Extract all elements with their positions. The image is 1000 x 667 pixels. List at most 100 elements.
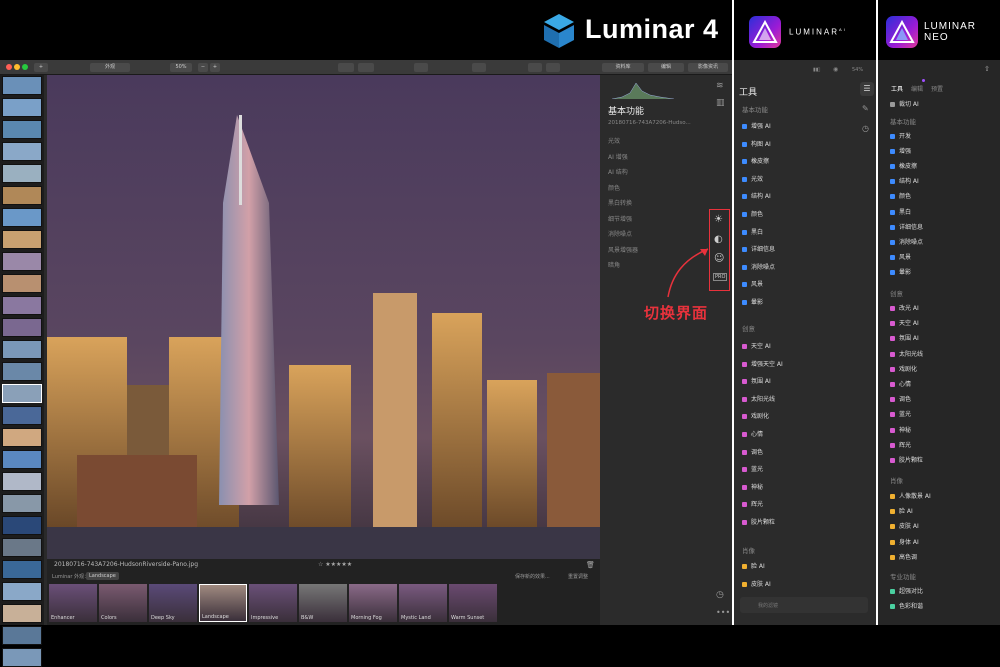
filmstrip-thumbnail[interactable] — [2, 340, 42, 359]
palette-icon[interactable]: ◐ — [714, 234, 723, 245]
tool-item[interactable]: 色彩和谐 — [890, 601, 923, 610]
filmstrip-thumbnail[interactable] — [2, 296, 42, 315]
zoom-dropdown[interactable]: 50% — [170, 63, 192, 72]
tool-item[interactable]: 构图 AI — [742, 139, 771, 148]
look-thumbnail[interactable]: Impressive — [249, 584, 297, 622]
tool-item[interactable]: 增强 AI — [742, 121, 771, 130]
layout-filmstrip-icon[interactable] — [546, 63, 560, 72]
panel-menu-item[interactable]: 颜色 — [608, 183, 620, 192]
tool-item[interactable]: 黑白 — [890, 207, 911, 216]
compare-icon[interactable] — [338, 63, 354, 72]
look-thumbnail[interactable]: Colors — [99, 584, 147, 622]
tool-item[interactable]: 身体 AI — [890, 537, 919, 546]
history-icon[interactable]: ◷ — [716, 590, 724, 600]
look-thumbnail[interactable]: Landscape — [199, 584, 247, 622]
tool-item[interactable]: 神秘 — [890, 425, 911, 434]
tool-item[interactable]: 风景 — [742, 279, 763, 288]
filmstrip-thumbnail[interactable] — [2, 230, 42, 249]
panel-menu-item[interactable]: 暗角 — [608, 260, 620, 269]
tool-item[interactable]: 辉光 — [742, 499, 763, 508]
reset-button[interactable]: 重置调整 — [568, 573, 588, 580]
share-icon[interactable]: ⇧ — [984, 65, 990, 73]
sun-icon[interactable]: ☀ — [714, 214, 723, 225]
look-thumbnail[interactable]: Warm Sunset — [449, 584, 497, 622]
tool-item[interactable]: 脸 AI — [890, 506, 913, 515]
filmstrip-thumbnail[interactable] — [2, 648, 42, 667]
filmstrip-thumbnail[interactable] — [2, 142, 42, 161]
tab-edit[interactable]: 编辑 — [648, 63, 684, 72]
filmstrip-thumbnail[interactable] — [2, 428, 42, 447]
pro-icon[interactable]: PRO — [713, 273, 728, 281]
tool-item[interactable]: 皮肤 AI — [742, 579, 771, 588]
view-button[interactable]: 外观 — [90, 63, 130, 72]
filmstrip-thumbnail[interactable] — [2, 318, 42, 337]
neo-tab[interactable]: 预置 — [931, 84, 943, 93]
tool-item[interactable]: 光效 — [742, 174, 763, 183]
tool-item[interactable]: 蓝光 — [742, 464, 763, 473]
look-thumbnail[interactable]: Enhancer — [49, 584, 97, 622]
tool-item[interactable]: 暈影 — [890, 267, 911, 276]
save-look-button[interactable]: 保存新的效果... — [515, 573, 550, 580]
tool-item[interactable]: 戏剧化 — [890, 364, 917, 373]
sliders-icon[interactable]: ☰ — [860, 82, 874, 96]
filmstrip-thumbnail[interactable] — [2, 560, 42, 579]
layers-icon[interactable]: ≋ — [716, 81, 724, 91]
tool-item[interactable]: 胶片颗粒 — [890, 455, 923, 464]
tool-item[interactable]: 结构 AI — [742, 191, 771, 200]
neo-tab[interactable]: 编辑 — [911, 84, 923, 93]
tool-item[interactable]: 颜色 — [890, 191, 911, 200]
filmstrip-thumbnail[interactable] — [2, 98, 42, 117]
tool-item[interactable]: 天空 AI — [890, 318, 919, 327]
close-button[interactable] — [6, 64, 12, 70]
before-after-icon[interactable] — [358, 63, 374, 72]
look-thumbnail[interactable]: Deep Sky — [149, 584, 197, 622]
filmstrip-thumbnail[interactable] — [2, 406, 42, 425]
tool-item[interactable]: 颜色 — [742, 209, 763, 218]
tool-item[interactable]: 改光 AI — [890, 303, 919, 312]
look-thumbnail[interactable]: Morning Fog — [349, 584, 397, 622]
tool-item[interactable]: 超强对比 — [890, 586, 923, 595]
filmstrip-thumbnail[interactable] — [2, 208, 42, 227]
tool-item[interactable]: 裁切 AI — [890, 99, 919, 108]
tool-item[interactable]: 暈影 — [742, 297, 763, 306]
panel-menu-item[interactable]: 黑白转换 — [608, 198, 632, 207]
tool-item[interactable]: 人像散景 AI — [890, 491, 931, 500]
tool-item[interactable]: 消除噪点 — [742, 262, 775, 271]
zoom-level[interactable]: 54% — [852, 67, 863, 73]
tool-item[interactable]: 天空 AI — [742, 341, 771, 350]
tool-item[interactable]: 氛围 AI — [742, 376, 771, 385]
tool-item[interactable]: 调色 — [890, 394, 911, 403]
tool-item[interactable]: 橡皮擦 — [742, 156, 769, 165]
face-icon[interactable]: ☺ — [714, 253, 724, 264]
tool-item[interactable]: 心情 — [890, 379, 911, 388]
tool-item[interactable]: 开发 — [890, 131, 911, 140]
add-button[interactable]: + — [34, 63, 48, 72]
tool-item[interactable]: 高色调 — [890, 552, 917, 561]
panel-menu-item[interactable]: 细节增强 — [608, 214, 632, 223]
compare-icon[interactable]: ▮◧ — [813, 67, 820, 73]
tool-item[interactable]: 氛围 AI — [890, 333, 919, 342]
filmstrip-thumbnail[interactable] — [2, 120, 42, 139]
tool-item[interactable]: 心情 — [742, 429, 763, 438]
maximize-button[interactable] — [22, 64, 28, 70]
filmstrip-thumbnail[interactable] — [2, 494, 42, 513]
filmstrip-thumbnail[interactable] — [2, 626, 42, 645]
my-presets-bar[interactable]: 我的滤镜 — [740, 597, 868, 613]
filmstrip-thumbnail[interactable] — [2, 450, 42, 469]
look-thumbnail[interactable]: B&W — [299, 584, 347, 622]
brush-icon[interactable]: ✎ — [862, 104, 869, 113]
panel-menu-item[interactable]: AI 结构 — [608, 167, 628, 176]
filmstrip-thumbnail[interactable] — [2, 472, 42, 491]
neo-tab[interactable]: 工具 — [891, 84, 903, 93]
tool-item[interactable]: 神秘 — [742, 482, 763, 491]
filmstrip-thumbnail[interactable] — [2, 384, 42, 403]
tool-item[interactable]: 黑白 — [742, 227, 763, 236]
trash-icon[interactable]: 🗑 — [586, 561, 595, 569]
panel-menu-item[interactable]: 光效 — [608, 136, 620, 145]
tool-item[interactable]: 蓝光 — [890, 409, 911, 418]
filmstrip-thumbnail[interactable] — [2, 604, 42, 623]
tool-item[interactable]: 脸 AI — [742, 561, 765, 570]
tool-item[interactable]: 增强天空 AI — [742, 359, 783, 368]
filmstrip-thumbnail[interactable] — [2, 186, 42, 205]
tool-item[interactable]: 戏剧化 — [742, 411, 769, 420]
